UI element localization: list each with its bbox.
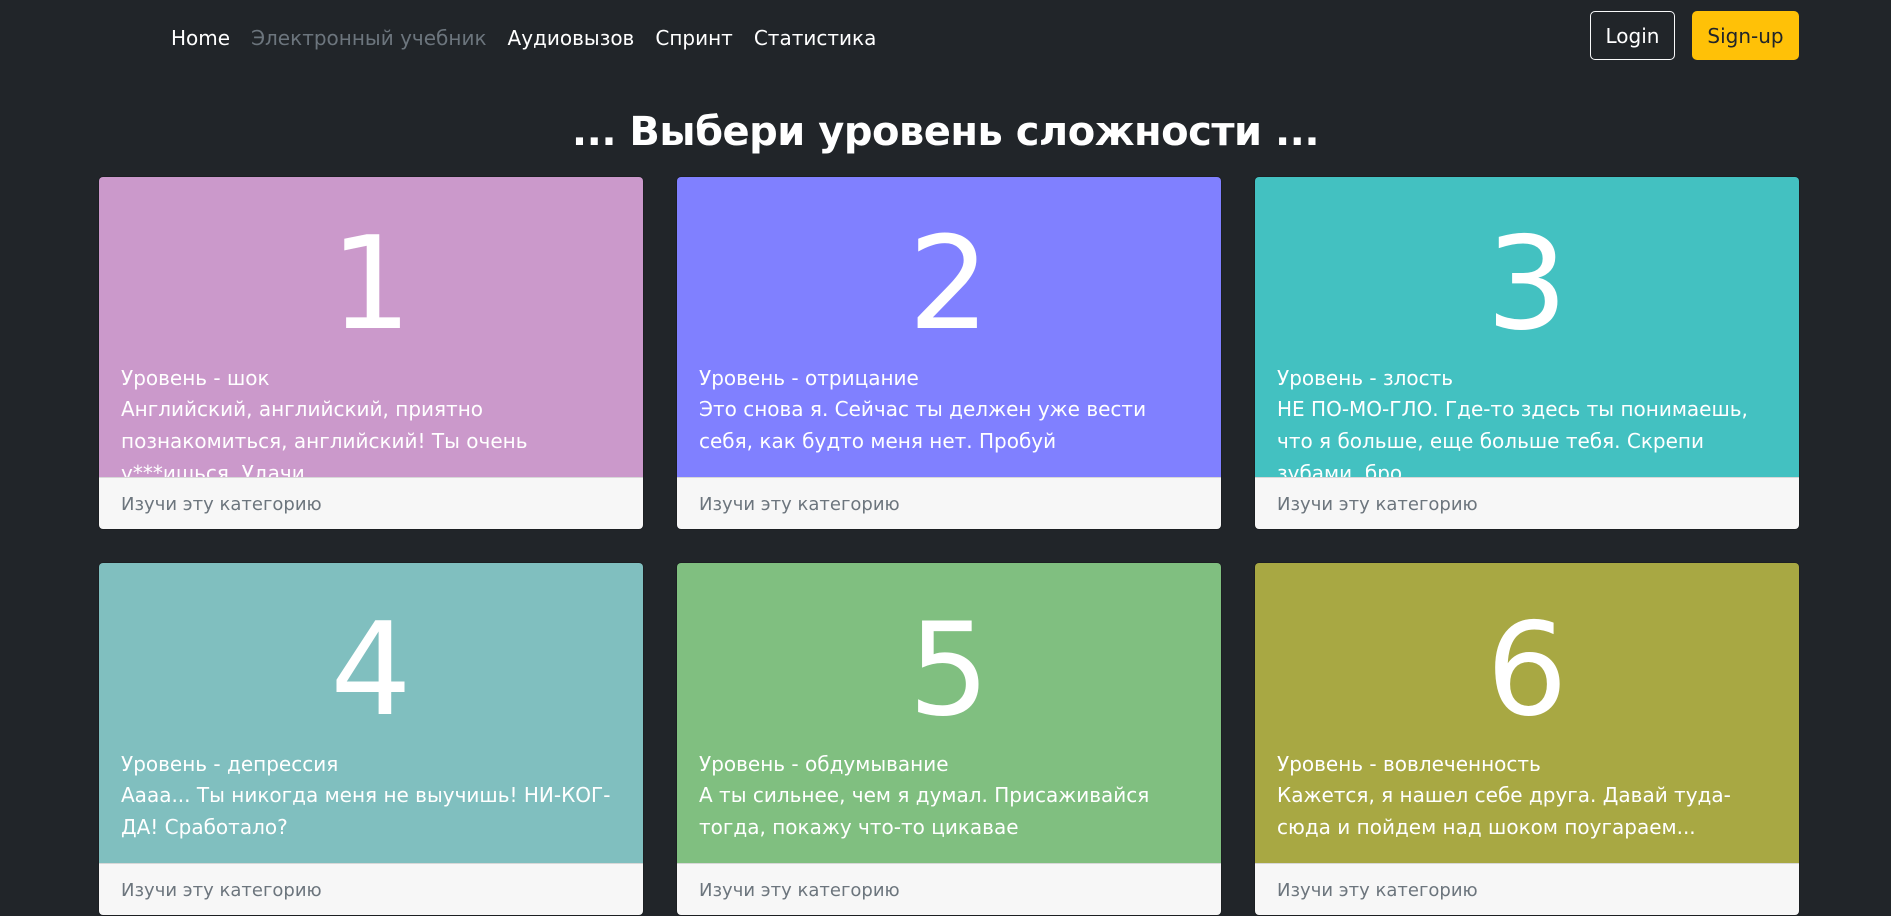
nav-link-audiochallenge[interactable]: Аудиовызов [508,24,635,52]
study-category-link[interactable]: Изучи эту категорию [699,492,900,518]
study-category-link[interactable]: Изучи эту категорию [1277,492,1478,518]
study-category-link[interactable]: Изучи эту категорию [699,878,900,904]
card-footer: Изучи эту категорию [1255,863,1799,915]
study-category-link[interactable]: Изучи эту категорию [121,492,322,518]
nav-link-sprint[interactable]: Спринт [655,24,732,52]
level-description: А ты сильнее, чем я думал. Присаживайся … [699,783,1150,839]
nav-link-statistics[interactable]: Статистика [754,24,877,52]
nav-links: Home Электронный учебник Аудиовызов Спри… [171,24,897,52]
level-number: 2 [908,210,990,359]
level-description: Это снова я. Сейчас ты делжен уже вести … [699,397,1147,453]
level-number: 1 [330,210,412,359]
level-card-1[interactable]: 1 Уровень - шок Английский, английский, … [98,176,644,530]
level-title: Уровень - депрессия [121,752,339,776]
page-title: ... Выбери уровень сложности ... [571,109,1320,155]
level-card-5[interactable]: 5 Уровень - обдумывание А ты сильнее, че… [676,562,1222,916]
level-description: НЕ ПО-МО-ГЛО. Где-то здесь ты понимаешь,… [1277,397,1748,485]
level-card-4[interactable]: 4 Уровень - депрессия Аааа... Ты никогда… [98,562,644,916]
login-button[interactable]: Login [1590,11,1675,60]
level-number: 6 [1486,596,1568,745]
study-category-link[interactable]: Изучи эту категорию [1277,878,1478,904]
card-footer: Изучи эту категорию [99,863,643,915]
level-title: Уровень - шок [121,366,270,390]
card-body: 6 Уровень - вовлеченность Кажется, я наш… [1255,563,1799,863]
level-card-2[interactable]: 2 Уровень - отрицание Это снова я. Сейча… [676,176,1222,530]
signup-button[interactable]: Sign-up [1692,11,1799,60]
level-number: 3 [1486,210,1568,359]
card-body: 3 Уровень - злость НЕ ПО-МО-ГЛО. Где-то … [1255,177,1799,485]
card-body: 5 Уровень - обдумывание А ты сильнее, че… [677,563,1221,863]
card-footer: Изучи эту категорию [1255,477,1799,529]
level-card-3[interactable]: 3 Уровень - злость НЕ ПО-МО-ГЛО. Где-то … [1254,176,1800,530]
level-card-6[interactable]: 6 Уровень - вовлеченность Кажется, я наш… [1254,562,1800,916]
level-title: Уровень - вовлеченность [1277,752,1541,776]
level-title: Уровень - злость [1277,366,1454,390]
level-title: Уровень - обдумывание [699,752,949,776]
level-description: Аааа... Ты никогда меня не выучишь! НИ-К… [121,783,611,839]
top-navbar: Home Электронный учебник Аудиовызов Спри… [0,0,1891,76]
level-title: Уровень - отрицание [699,366,919,390]
card-footer: Изучи эту категорию [99,477,643,529]
level-number: 5 [908,596,990,745]
card-body: 2 Уровень - отрицание Это снова я. Сейча… [677,177,1221,477]
level-number: 4 [330,596,412,745]
level-description: Кажется, я нашел себе друга. Давай туда-… [1277,783,1731,839]
nav-link-home[interactable]: Home [171,24,230,52]
level-description: Английский, английский, приятно познаком… [121,397,528,485]
nav-link-textbook[interactable]: Электронный учебник [251,24,486,52]
card-body: 1 Уровень - шок Английский, английский, … [99,177,643,485]
study-category-link[interactable]: Изучи эту категорию [121,878,322,904]
card-footer: Изучи эту категорию [677,863,1221,915]
card-footer: Изучи эту категорию [677,477,1221,529]
card-body: 4 Уровень - депрессия Аааа... Ты никогда… [99,563,643,863]
